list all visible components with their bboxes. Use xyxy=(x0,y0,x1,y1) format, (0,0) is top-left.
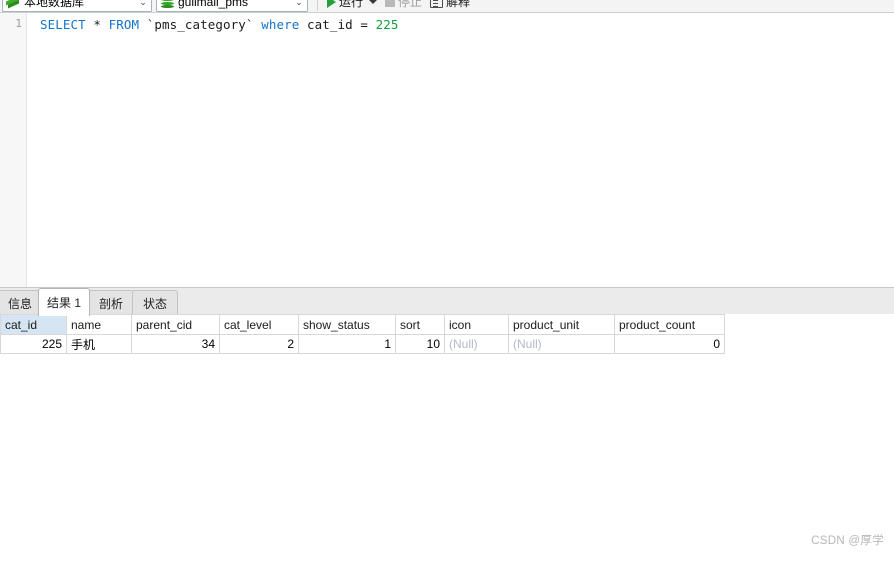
main-toolbar: 本地数据库 ⌄ gulimall_pms ⌄ 运行 停止 解释 xyxy=(0,0,894,13)
stop-button[interactable]: 停止 xyxy=(381,0,426,12)
cell-icon[interactable]: (Null) xyxy=(444,334,509,354)
line-number: 1 xyxy=(15,17,22,30)
cell-product_unit[interactable]: (Null) xyxy=(508,334,615,354)
column-header-product_count[interactable]: product_count xyxy=(614,314,725,335)
column-header-show_status[interactable]: show_status xyxy=(298,314,396,335)
tab-status[interactable]: 状态 xyxy=(132,290,178,315)
run-button-label: 运行 xyxy=(339,0,364,9)
column-header-cat_id[interactable]: cat_id xyxy=(0,314,67,335)
chevron-down-icon: ⌄ xyxy=(295,0,303,7)
toolbar-controls-row: 本地数据库 ⌄ gulimall_pms ⌄ 运行 停止 解释 xyxy=(0,0,474,12)
toolbar-divider xyxy=(317,0,318,11)
sql-token-6: 225 xyxy=(375,17,399,32)
sql-token-4: where xyxy=(261,17,300,32)
column-header-cat_level[interactable]: cat_level xyxy=(219,314,299,335)
cell-sort[interactable]: 10 xyxy=(395,334,445,354)
play-icon xyxy=(327,0,336,8)
sql-token-2: FROM xyxy=(108,17,140,32)
explain-icon xyxy=(430,0,444,8)
tab-status-label: 状态 xyxy=(142,296,167,311)
sql-token-1: * xyxy=(85,17,109,32)
column-header-label: name xyxy=(71,317,102,332)
table-head: cat_id name parent_cid cat_level show_status… xyxy=(0,314,725,335)
column-header-label: icon xyxy=(449,317,472,332)
caret-down-icon[interactable] xyxy=(369,0,378,4)
editor-gutter: 1 xyxy=(0,13,27,287)
column-header-label: product_unit xyxy=(513,317,580,332)
column-header-sort[interactable]: sort xyxy=(395,314,445,335)
column-header-label: cat_id xyxy=(5,317,38,332)
sql-token-0: SELECT xyxy=(40,17,86,32)
cell-cat_id[interactable]: 225 xyxy=(0,334,67,354)
sql-code-line[interactable]: SELECT * FROM `pms_category` where cat_i… xyxy=(40,17,398,32)
result-table: cat_id name parent_cid cat_level show_status… xyxy=(0,314,725,354)
stop-button-label: 停止 xyxy=(398,0,423,9)
column-header-name[interactable]: name xyxy=(66,314,132,335)
column-header-parent_cid[interactable]: parent_cid xyxy=(131,314,220,335)
connection-icon xyxy=(6,0,21,9)
table-header-row: cat_id name parent_cid cat_level show_status… xyxy=(0,314,725,335)
column-header-label: sort xyxy=(400,317,421,332)
database-icon xyxy=(160,0,175,9)
sql-editor[interactable]: 1 SELECT * FROM `pms_category` where cat… xyxy=(0,13,894,287)
cell-cat_level[interactable]: 2 xyxy=(219,334,299,354)
stop-icon xyxy=(385,0,396,7)
tab-info-label: 信息 xyxy=(7,296,32,311)
tab-result-label: 结果 1 xyxy=(46,296,81,310)
column-header-label: cat_level xyxy=(224,317,272,332)
column-header-product_unit[interactable]: product_unit xyxy=(508,314,615,335)
result-tabbar: 信息 结果 1 剖析 状态 xyxy=(0,287,894,316)
chevron-down-icon: ⌄ xyxy=(139,0,147,7)
connection-selector-value: 本地数据库 xyxy=(24,0,85,9)
sql-token-5: cat_id = xyxy=(299,17,376,32)
tab-result[interactable]: 结果 1 xyxy=(38,288,90,316)
table-row[interactable]: 225 手机 34 2 1 10 (Null) (Null) 0 xyxy=(0,334,725,354)
connection-selector[interactable]: 本地数据库 ⌄ xyxy=(2,0,152,12)
column-header-label: show_status xyxy=(303,317,370,332)
column-header-label: product_count xyxy=(619,317,696,332)
explain-button[interactable]: 解释 xyxy=(426,0,474,12)
sql-token-3: `pms_category` xyxy=(139,17,262,32)
column-header-icon[interactable]: icon xyxy=(444,314,509,335)
column-header-label: parent_cid xyxy=(136,317,193,332)
database-selector-value: gulimall_pms xyxy=(178,0,249,9)
tab-profile-label: 剖析 xyxy=(98,296,123,311)
watermark-text: CSDN @厚学 xyxy=(811,535,884,547)
cell-show_status[interactable]: 1 xyxy=(298,334,396,354)
result-grid[interactable]: cat_id name parent_cid cat_level show_status… xyxy=(0,314,894,561)
tab-profile[interactable]: 剖析 xyxy=(88,290,134,315)
explain-button-label: 解释 xyxy=(446,0,471,9)
run-button[interactable]: 运行 xyxy=(323,0,381,12)
cell-product_count[interactable]: 0 xyxy=(614,334,725,354)
table-body: 225 手机 34 2 1 10 (Null) (Null) 0 xyxy=(0,334,725,354)
cell-name[interactable]: 手机 xyxy=(66,334,132,354)
database-selector[interactable]: gulimall_pms ⌄ xyxy=(156,0,308,12)
cell-parent_cid[interactable]: 34 xyxy=(131,334,220,354)
